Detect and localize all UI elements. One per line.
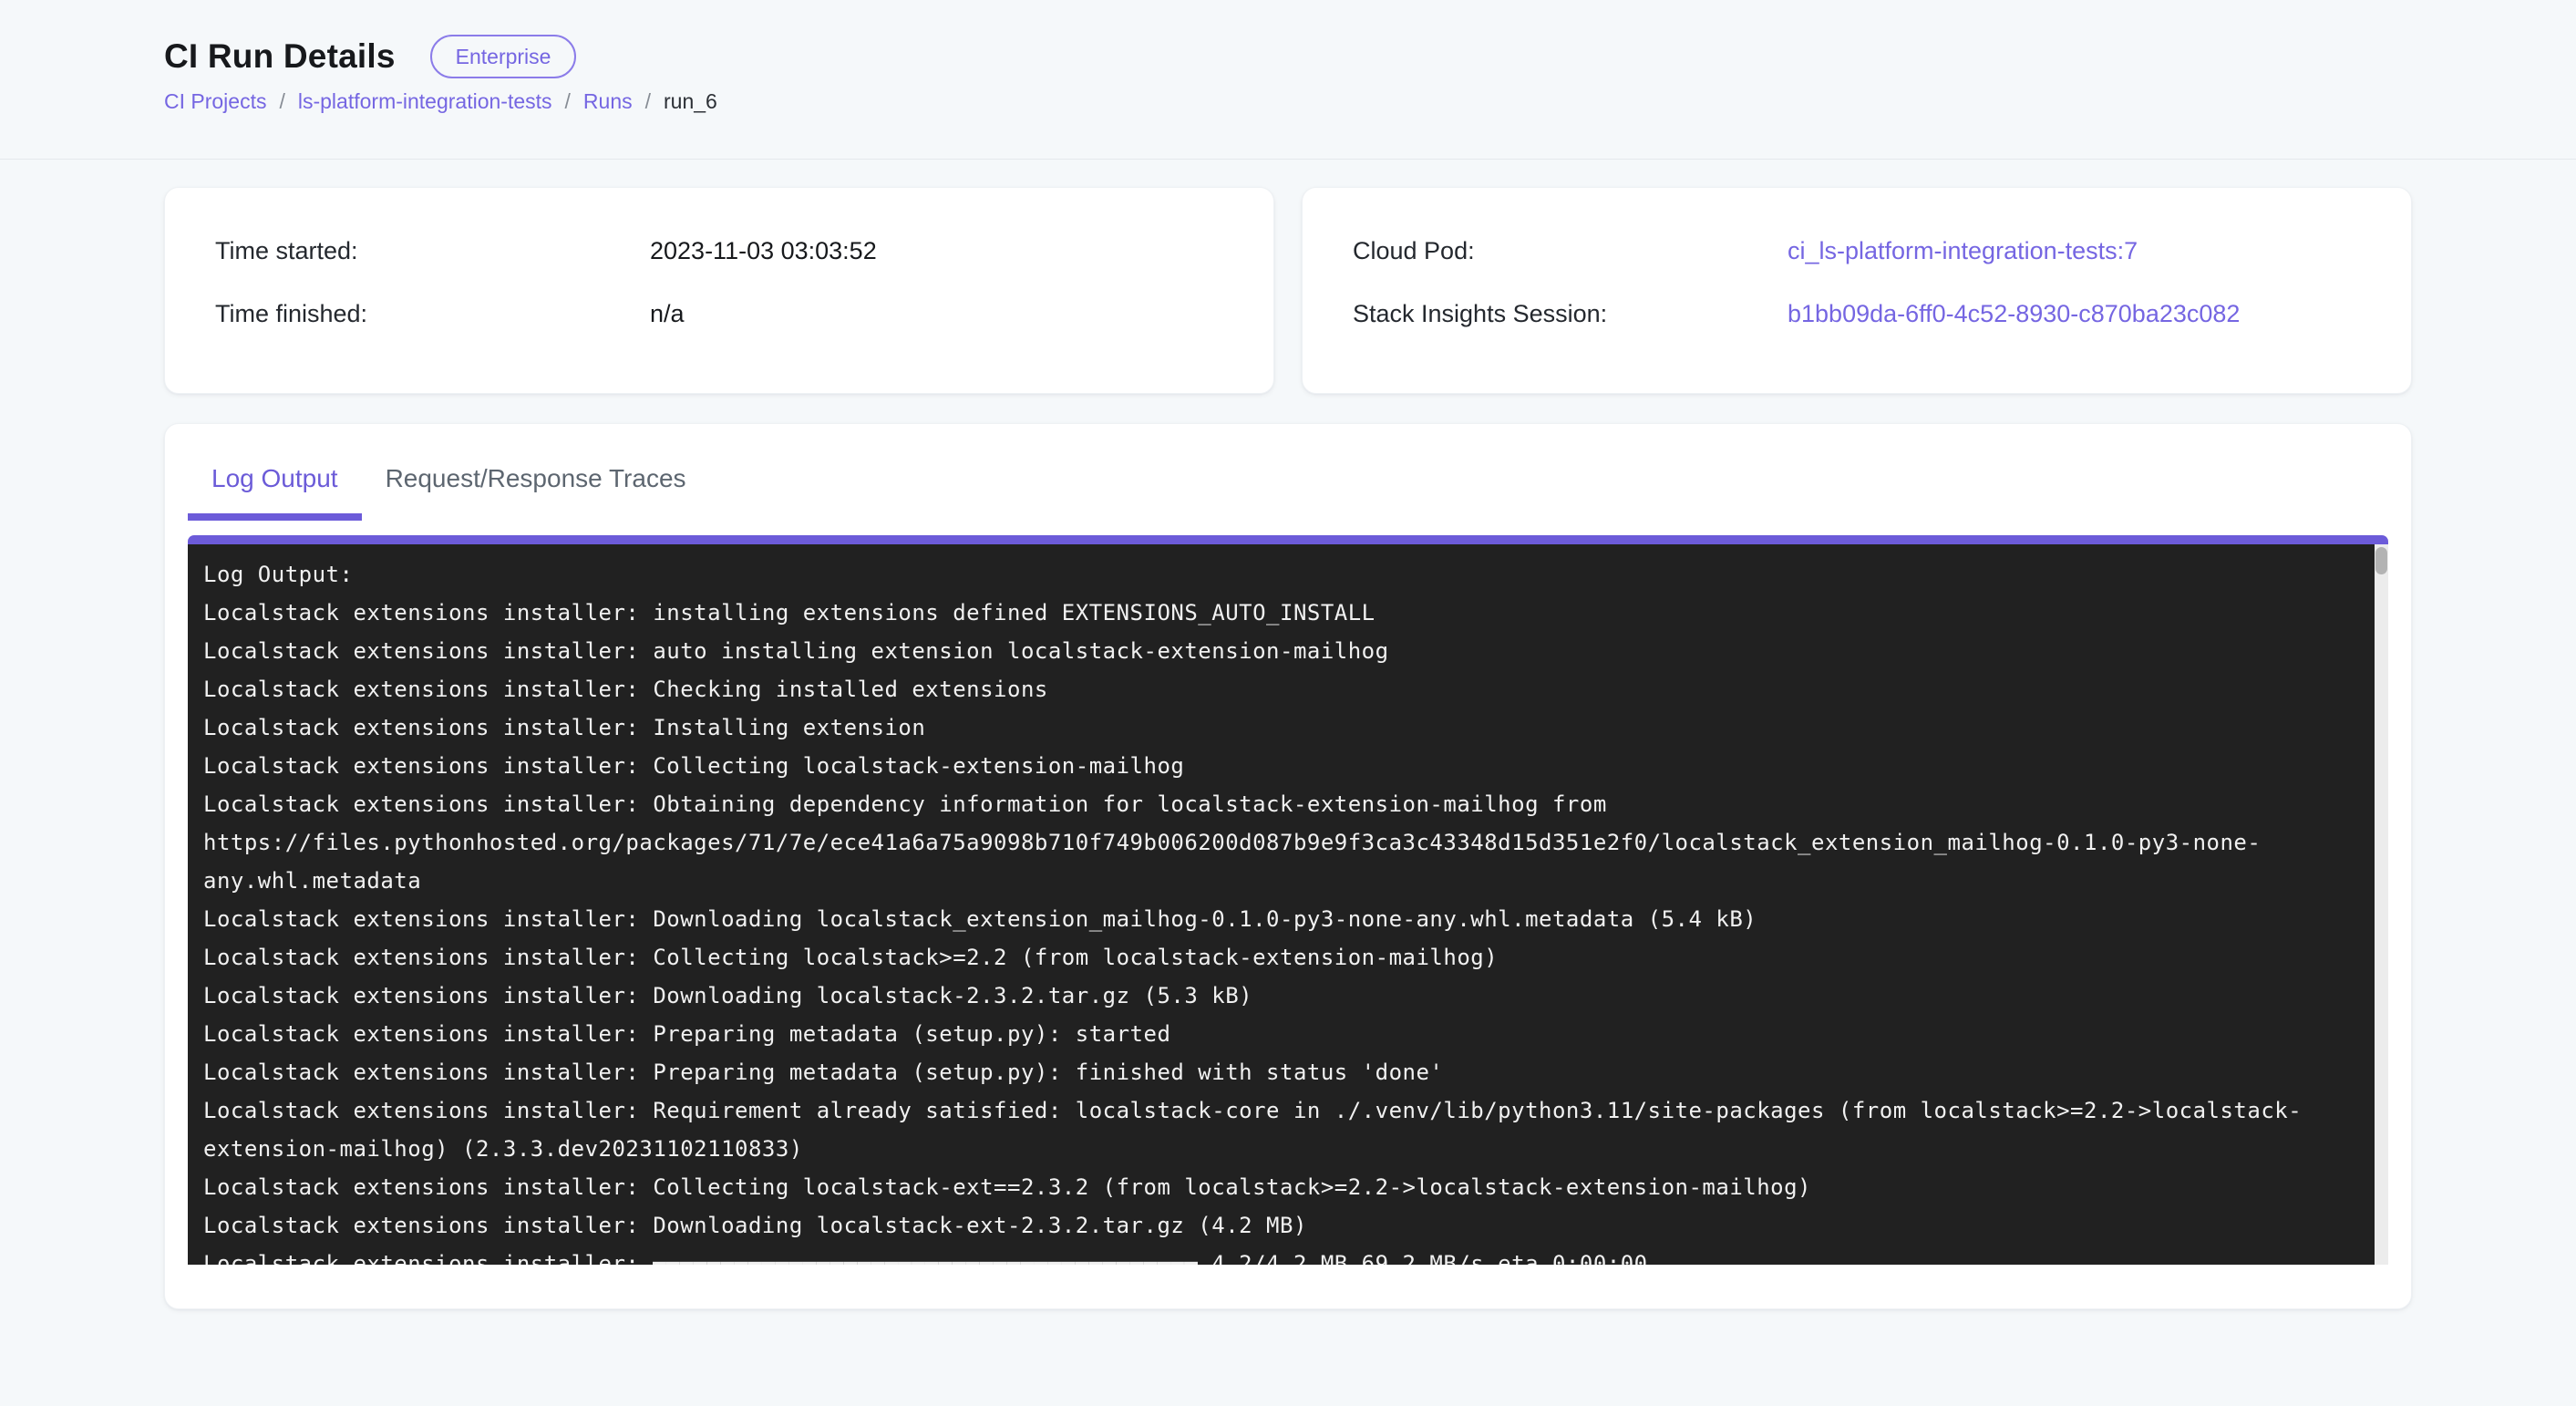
breadcrumb-link-project[interactable]: ls-platform-integration-tests bbox=[298, 89, 552, 114]
title-row: CI Run Details Enterprise bbox=[164, 35, 2412, 78]
log-line: Localstack extensions installer: Downloa… bbox=[203, 900, 2356, 938]
log-line: Localstack extensions installer: ━━━━━━━… bbox=[203, 1245, 2356, 1265]
active-tab-indicator bbox=[188, 513, 362, 521]
breadcrumb-current-run: run_6 bbox=[664, 89, 717, 114]
log-line: Localstack extensions installer: Downloa… bbox=[203, 1206, 2356, 1245]
log-line: Localstack extensions installer: Obtaini… bbox=[203, 785, 2356, 823]
terminal-container: Log Output: Localstack extensions instal… bbox=[188, 535, 2388, 1265]
log-line: Localstack extensions installer: Prepari… bbox=[203, 1053, 2356, 1091]
log-line: Localstack extensions installer: Collect… bbox=[203, 747, 2356, 785]
log-line: any.whl.metadata bbox=[203, 862, 2356, 900]
log-line: Localstack extensions installer: Checkin… bbox=[203, 670, 2356, 708]
tab-log-output[interactable]: Log Output bbox=[188, 433, 362, 521]
log-line: Localstack extensions installer: install… bbox=[203, 594, 2356, 632]
cloud-pod-row: Cloud Pod: ci_ls-platform-integration-te… bbox=[1353, 237, 2361, 265]
page-header: CI Run Details Enterprise CI Projects / … bbox=[0, 0, 2576, 160]
log-line: https://files.pythonhosted.org/packages/… bbox=[203, 823, 2356, 862]
breadcrumb-separator: / bbox=[565, 89, 571, 114]
stack-insights-session-label: Stack Insights Session: bbox=[1353, 300, 1788, 328]
stack-insights-session-row: Stack Insights Session: b1bb09da-6ff0-4c… bbox=[1353, 300, 2361, 328]
terminal: Log Output: Localstack extensions instal… bbox=[188, 544, 2388, 1265]
info-cards-row: Time started: 2023-11-03 03:03:52 Time f… bbox=[164, 187, 2412, 394]
cloud-pod-link[interactable]: ci_ls-platform-integration-tests:7 bbox=[1788, 237, 2138, 265]
main-content: Time started: 2023-11-03 03:03:52 Time f… bbox=[0, 160, 2576, 1309]
log-scrollbar[interactable] bbox=[2375, 544, 2388, 1265]
log-line: Localstack extensions installer: Collect… bbox=[203, 1168, 2356, 1206]
log-line: Localstack extensions installer: Collect… bbox=[203, 938, 2356, 977]
breadcrumb-link-runs[interactable]: Runs bbox=[583, 89, 633, 114]
page-title: CI Run Details bbox=[164, 37, 396, 76]
log-line: Localstack extensions installer: Prepari… bbox=[203, 1015, 2356, 1053]
tab-request-response-traces[interactable]: Request/Response Traces bbox=[362, 433, 710, 521]
breadcrumb-separator: / bbox=[645, 89, 651, 114]
tabs: Log Output Request/Response Traces bbox=[188, 433, 2388, 521]
stack-insights-session-link[interactable]: b1bb09da-6ff0-4c52-8930-c870ba23c082 bbox=[1788, 300, 2240, 328]
cloud-pod-label: Cloud Pod: bbox=[1353, 237, 1788, 265]
breadcrumb: CI Projects / ls-platform-integration-te… bbox=[164, 89, 2412, 114]
time-finished-row: Time finished: n/a bbox=[215, 300, 1223, 328]
log-line: Localstack extensions installer: auto in… bbox=[203, 632, 2356, 670]
enterprise-badge: Enterprise bbox=[430, 35, 577, 78]
log-line: Localstack extensions installer: Require… bbox=[203, 1091, 2356, 1130]
tab-log-output-label: Log Output bbox=[211, 464, 338, 492]
tab-request-response-traces-label: Request/Response Traces bbox=[386, 464, 686, 492]
breadcrumb-link-ci-projects[interactable]: CI Projects bbox=[164, 89, 266, 114]
time-finished-label: Time finished: bbox=[215, 300, 650, 328]
log-output[interactable]: Log Output: Localstack extensions instal… bbox=[188, 544, 2375, 1265]
log-line: Log Output: bbox=[203, 555, 2356, 594]
time-info-card: Time started: 2023-11-03 03:03:52 Time f… bbox=[164, 187, 1274, 394]
session-info-card: Cloud Pod: ci_ls-platform-integration-te… bbox=[1302, 187, 2412, 394]
terminal-accent-bar bbox=[188, 535, 2388, 544]
time-finished-value: n/a bbox=[650, 300, 685, 328]
log-line: Localstack extensions installer: Downloa… bbox=[203, 977, 2356, 1015]
log-line: Localstack extensions installer: Install… bbox=[203, 708, 2356, 747]
log-card: Log Output Request/Response Traces Log O… bbox=[164, 423, 2412, 1309]
breadcrumb-separator: / bbox=[279, 89, 284, 114]
time-started-label: Time started: bbox=[215, 237, 650, 265]
time-started-row: Time started: 2023-11-03 03:03:52 bbox=[215, 237, 1223, 265]
log-line: extension-mailhog) (2.3.3.dev20231102110… bbox=[203, 1130, 2356, 1168]
log-scrollbar-thumb[interactable] bbox=[2375, 547, 2387, 574]
time-started-value: 2023-11-03 03:03:52 bbox=[650, 237, 877, 265]
